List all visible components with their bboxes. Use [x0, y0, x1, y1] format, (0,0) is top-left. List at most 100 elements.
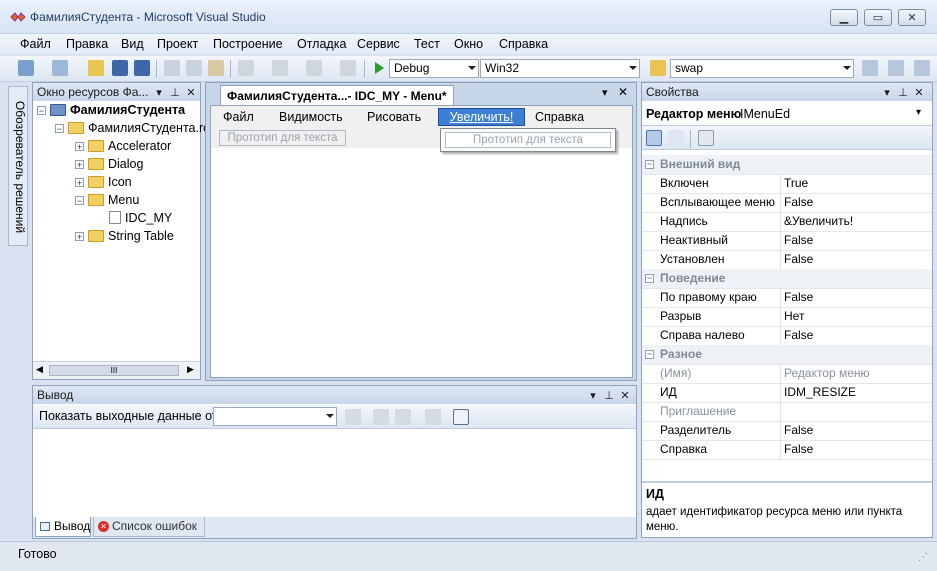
- save-icon[interactable]: [112, 60, 128, 76]
- tree-item-idc-my[interactable]: IDC_MY: [109, 209, 172, 227]
- property-value[interactable]: Нет: [784, 307, 929, 326]
- property-value[interactable]: False: [784, 326, 929, 345]
- horizontal-scrollbar[interactable]: ◀ III ▶: [33, 361, 200, 379]
- pin-icon[interactable]: ⊥: [168, 84, 182, 102]
- add-item-icon[interactable]: [52, 60, 68, 76]
- dropdown-prototype[interactable]: Прототип для текста: [445, 132, 611, 148]
- designer-menu-help[interactable]: Справка: [535, 110, 584, 124]
- find-message-icon[interactable]: [345, 409, 361, 425]
- collapse-icon[interactable]: −: [75, 196, 84, 206]
- property-row[interactable]: Приглашение: [642, 402, 932, 422]
- property-value[interactable]: False: [784, 250, 929, 269]
- solution-explorer-tab[interactable]: Обозреватель решений: [8, 86, 28, 246]
- resize-grip-icon[interactable]: ⋰: [918, 552, 928, 563]
- output-source-combo[interactable]: [213, 407, 337, 426]
- menu-edit[interactable]: Правка: [64, 35, 110, 53]
- property-row[interactable]: ИД IDM_RESIZE: [642, 383, 932, 403]
- tree-item-project[interactable]: − ФамилияСтудента: [37, 101, 185, 119]
- document-tab[interactable]: ФамилияСтудента...- IDC_MY - Menu*: [220, 85, 454, 105]
- solution-explorer-icon[interactable]: [862, 60, 878, 76]
- tree-item-rc-file[interactable]: − ФамилияСтудента.rc: [55, 119, 209, 137]
- expand-icon[interactable]: +: [75, 232, 84, 242]
- alphabetical-icon[interactable]: [668, 130, 684, 146]
- tree-item-string-table[interactable]: + String Table: [75, 227, 174, 245]
- collapse-icon[interactable]: −: [645, 350, 654, 359]
- redo-icon[interactable]: [272, 60, 288, 76]
- property-value[interactable]: False: [784, 193, 929, 212]
- property-category[interactable]: − Поведение: [642, 269, 932, 289]
- properties-icon[interactable]: [888, 60, 904, 76]
- maximize-button[interactable]: ▭: [864, 9, 892, 26]
- dropdown-icon[interactable]: ▾: [586, 387, 600, 405]
- collapse-icon[interactable]: −: [645, 160, 654, 169]
- menu-project[interactable]: Проект: [155, 35, 200, 53]
- categorized-icon[interactable]: [646, 130, 662, 146]
- designer-menu-draw[interactable]: Рисовать: [367, 110, 421, 124]
- property-value[interactable]: False: [784, 421, 929, 440]
- tree-item-menu[interactable]: − Menu: [75, 191, 139, 209]
- scroll-right-icon[interactable]: ▶: [187, 364, 194, 375]
- cut-icon[interactable]: [164, 60, 180, 76]
- close-icon[interactable]: ✕: [618, 85, 628, 99]
- designer-menu-zoom-selected[interactable]: Увеличить!: [438, 108, 525, 126]
- save-all-icon[interactable]: [134, 60, 150, 76]
- dropdown-icon[interactable]: ▾: [152, 84, 166, 102]
- tab-error-list[interactable]: ✕ Список ошибок: [93, 517, 205, 537]
- navigate-back-icon[interactable]: [306, 60, 322, 76]
- go-to-next-icon[interactable]: [395, 409, 411, 425]
- navigate-forward-icon[interactable]: [340, 60, 356, 76]
- tab-output[interactable]: Вывод: [35, 517, 91, 537]
- designer-menu-file[interactable]: Файл: [223, 110, 254, 124]
- start-debugging-icon[interactable]: [372, 61, 386, 75]
- new-project-icon[interactable]: [18, 60, 34, 76]
- output-text-area[interactable]: [33, 430, 636, 516]
- collapse-icon[interactable]: −: [645, 274, 654, 283]
- toolbox-icon[interactable]: [914, 60, 930, 76]
- expand-icon[interactable]: +: [75, 178, 84, 188]
- tree-item-accelerator[interactable]: + Accelerator: [75, 137, 171, 155]
- property-value[interactable]: &Увеличить!: [784, 212, 929, 231]
- scroll-thumb[interactable]: III: [49, 365, 179, 376]
- property-row[interactable]: Разрыв Нет: [642, 307, 932, 327]
- object-selector[interactable]: Редактор меню IMenuEd ▾: [642, 102, 932, 126]
- menu-build[interactable]: Построение: [211, 35, 285, 53]
- property-value[interactable]: False: [784, 288, 929, 307]
- menu-help[interactable]: Справка: [497, 35, 550, 53]
- property-row[interactable]: Справка False: [642, 440, 932, 460]
- dropdown-icon[interactable]: ▾: [880, 84, 894, 102]
- menu-debug[interactable]: Отладка: [295, 35, 348, 53]
- property-row[interactable]: Неактивный False: [642, 231, 932, 251]
- property-value[interactable]: IDM_RESIZE: [784, 383, 929, 402]
- property-row[interactable]: Справа налево False: [642, 326, 932, 346]
- close-icon[interactable]: ✕: [912, 84, 926, 102]
- paste-icon[interactable]: [208, 60, 224, 76]
- find-in-files-icon[interactable]: [650, 60, 666, 76]
- new-menu-prototype[interactable]: Прототип для текста: [219, 130, 346, 146]
- designer-menu-visibility[interactable]: Видимость: [279, 110, 343, 124]
- minimize-button[interactable]: ▁: [830, 9, 858, 26]
- close-icon[interactable]: ✕: [618, 387, 632, 405]
- menu-tools[interactable]: Сервис: [355, 35, 402, 53]
- property-value[interactable]: [784, 402, 929, 421]
- property-row[interactable]: Всплывающее меню False: [642, 193, 932, 213]
- copy-icon[interactable]: [186, 60, 202, 76]
- find-combo[interactable]: swap: [670, 59, 854, 78]
- property-row[interactable]: (Имя) Редактор меню: [642, 364, 932, 384]
- configuration-combo[interactable]: Debug: [389, 59, 479, 78]
- property-value[interactable]: Редактор меню: [784, 364, 929, 383]
- chevron-down-icon[interactable]: ▾: [916, 107, 921, 118]
- document-list-icon[interactable]: ▾: [602, 86, 608, 99]
- property-row[interactable]: Надпись &Увеличить!: [642, 212, 932, 232]
- close-button[interactable]: ✕: [898, 9, 926, 26]
- property-row[interactable]: Включен True: [642, 174, 932, 194]
- close-icon[interactable]: ✕: [184, 84, 198, 102]
- expand-icon[interactable]: +: [75, 142, 84, 152]
- menu-test[interactable]: Тест: [412, 35, 442, 53]
- platform-combo[interactable]: Win32: [480, 59, 640, 78]
- property-row[interactable]: Установлен False: [642, 250, 932, 270]
- tree-item-dialog[interactable]: + Dialog: [75, 155, 143, 173]
- property-category[interactable]: − Разное: [642, 345, 932, 365]
- property-row[interactable]: Разделитель False: [642, 421, 932, 441]
- property-value[interactable]: True: [784, 174, 929, 193]
- collapse-icon[interactable]: −: [37, 106, 46, 116]
